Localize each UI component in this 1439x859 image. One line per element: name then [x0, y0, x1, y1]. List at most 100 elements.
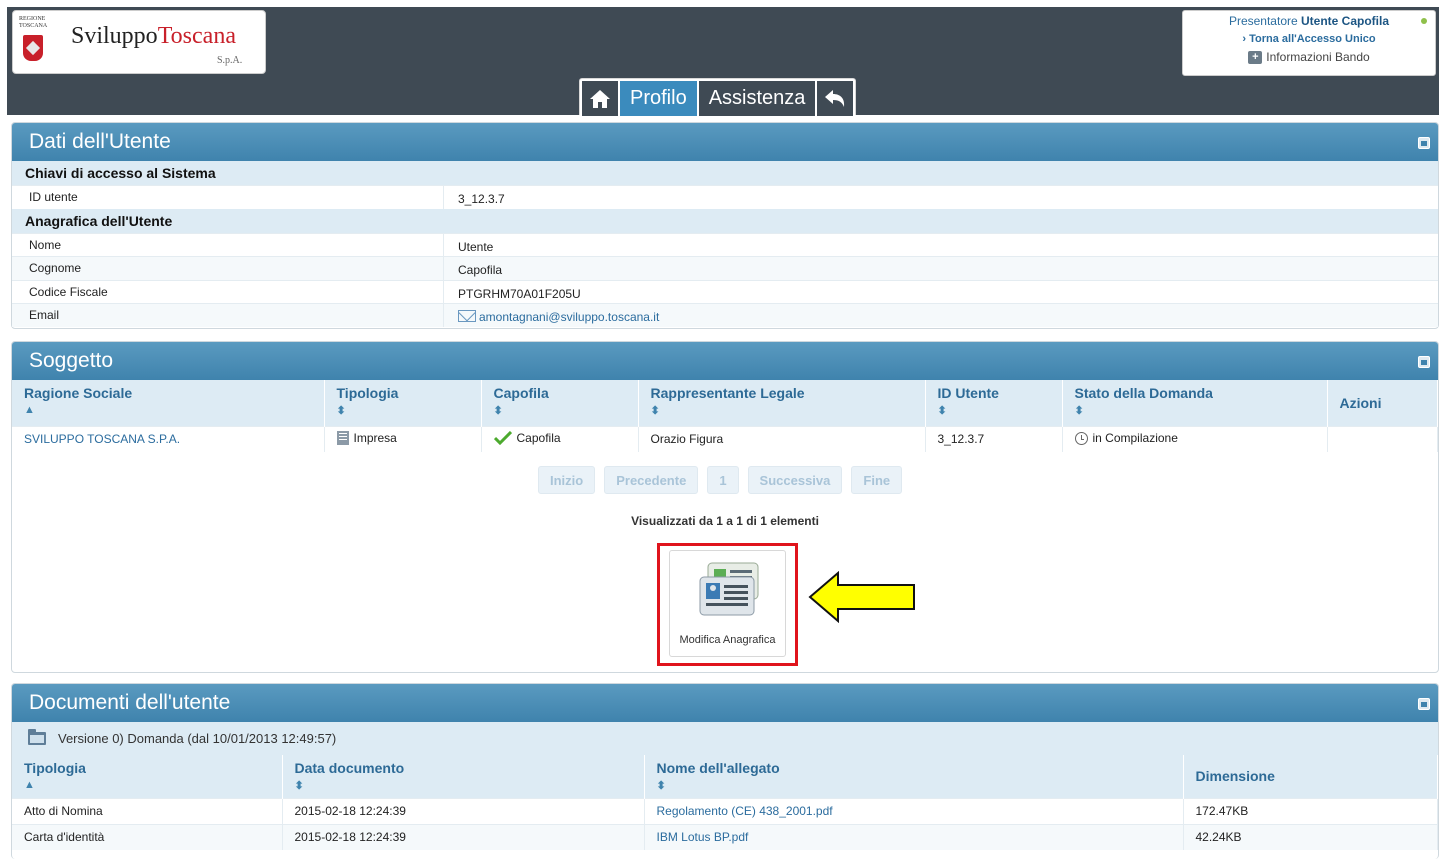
table-row: Atto di Nomina 2015-02-18 12:24:39 Regol…: [12, 797, 1438, 824]
cell-capofila: Capofila: [481, 425, 639, 452]
kv-row: Codice Fiscale PTGRHM70A01F205U: [12, 279, 1438, 303]
logo[interactable]: REGIONE TOSCANA SviluppoToscana S.p.A.: [12, 10, 266, 74]
edit-button-label: Modifica Anagrafica: [679, 634, 776, 646]
col-rappresentante[interactable]: Rappresentante Legale ⬍: [638, 380, 926, 426]
reply-arrow-icon: [825, 89, 845, 107]
panel-documenti: Documenti dell'utente Versione 0) Domand…: [11, 683, 1439, 859]
kv-label: Nome: [12, 233, 444, 256]
col-azioni: Azioni: [1327, 380, 1438, 426]
table-row: SVILUPPO TOSCANA S.P.A. Impresa Capofila…: [12, 425, 1438, 452]
panel-header: Dati dell'Utente: [12, 123, 1438, 161]
kv-value: Capofila: [458, 263, 503, 278]
pointer-arrow-icon: [808, 571, 915, 623]
nav-assistenza[interactable]: Assistenza: [698, 81, 816, 116]
main-nav: Profilo Assistenza: [579, 78, 857, 116]
status-dot-icon: [1421, 18, 1427, 24]
clock-icon: [1074, 431, 1088, 445]
check-icon: [493, 430, 512, 445]
mail-icon: [458, 309, 476, 322]
id-card-icon: [699, 562, 759, 616]
cell-tipologia: Atto di Nomina: [12, 797, 283, 824]
app-header: REGIONE TOSCANA SviluppoToscana S.p.A. P…: [7, 7, 1439, 116]
col-tipologia[interactable]: Tipologia ▲: [12, 755, 283, 798]
folder-icon: [28, 729, 46, 745]
modifica-anagrafica-button[interactable]: Modifica Anagrafica: [669, 550, 786, 657]
cell-tipologia: Carta d'identità: [12, 823, 283, 850]
panel-header: Documenti dell'utente: [12, 684, 1438, 722]
cell-rappresentante: Orazio Figura: [638, 425, 926, 452]
logo-name: SviluppoToscana: [71, 23, 236, 49]
col-ragione-sociale[interactable]: Ragione Sociale ▲: [12, 380, 325, 426]
kv-row: Nome Utente: [12, 232, 1438, 256]
col-id-utente[interactable]: ID Utente ⬍: [925, 380, 1063, 426]
sort-icon: ⬍: [294, 780, 304, 792]
pager-next-button[interactable]: Successiva: [747, 466, 843, 494]
section-header: Anagrafica dell'Utente: [12, 208, 1438, 233]
email-link[interactable]: amontagnani@sviluppo.toscana.it: [444, 304, 659, 327]
kv-label: Email: [12, 304, 444, 327]
panel-title: Soggetto: [29, 349, 114, 372]
logo-region-text: REGIONE TOSCANA: [19, 16, 48, 29]
attachment-link[interactable]: Regolamento (CE) 438_2001.pdf: [644, 797, 1184, 824]
info-bando-link[interactable]: + Informazioni Bando: [1183, 50, 1435, 64]
col-data-documento[interactable]: Data documento ⬍: [282, 755, 645, 798]
sort-icon: ⬍: [336, 405, 346, 417]
col-capofila[interactable]: Capofila ⬍: [481, 380, 639, 426]
pagination: Inizio Precedente 1 Successiva Fine: [538, 466, 903, 494]
kv-value: 3_12.3.7: [458, 192, 505, 207]
kv-label: ID utente: [12, 186, 444, 209]
collapse-icon[interactable]: [1418, 698, 1430, 710]
col-nome-allegato[interactable]: Nome dell'allegato ⬍: [644, 755, 1184, 798]
cell-dimensione: 172.47KB: [1183, 797, 1438, 824]
user-box: Presentatore Utente Capofila › Torna all…: [1182, 10, 1436, 76]
table-row: Carta d'identità 2015-02-18 12:24:39 IBM…: [12, 823, 1438, 850]
kv-row: Cognome Capofila: [12, 256, 1438, 280]
kv-label: Codice Fiscale: [12, 280, 444, 303]
panel-title: Dati dell'Utente: [29, 130, 171, 153]
cell-id-utente: 3_12.3.7: [925, 425, 1063, 452]
documenti-table: Tipologia ▲ Data documento ⬍ Nome dell'all…: [12, 755, 1438, 850]
ragione-sociale-link[interactable]: SVILUPPO TOSCANA S.P.A.: [12, 425, 325, 452]
sort-icon: ⬍: [656, 780, 666, 792]
version-row[interactable]: Versione 0) Domanda (dal 10/01/2013 12:4…: [12, 722, 1438, 755]
collapse-icon[interactable]: [1418, 356, 1430, 368]
panel-dati-utente: Dati dell'Utente Chiavi di accesso al Si…: [11, 122, 1439, 329]
sort-icon: ⬍: [937, 405, 947, 417]
logo-suffix: S.p.A.: [217, 55, 243, 66]
pager-last-button[interactable]: Fine: [851, 466, 903, 494]
pager-first-button[interactable]: Inizio: [538, 466, 596, 494]
cell-stato: in Compilazione: [1062, 425, 1328, 452]
sort-icon: ⬍: [1074, 405, 1084, 417]
col-tipologia[interactable]: Tipologia ⬍: [324, 380, 482, 426]
nav-back[interactable]: [817, 81, 854, 116]
section-header: Chiavi di accesso al Sistema: [12, 161, 1438, 185]
kv-value: Utente: [458, 239, 494, 254]
back-to-access-link[interactable]: › Torna all'Accesso Unico: [1183, 33, 1435, 45]
pager-page-button[interactable]: 1: [707, 466, 739, 494]
kv-row: ID utente 3_12.3.7: [12, 185, 1438, 209]
kv-value: PTGRHM70A01F205U: [458, 286, 581, 301]
nav-profilo[interactable]: Profilo: [620, 81, 697, 116]
cell-data: 2015-02-18 12:24:39: [282, 797, 645, 824]
kv-row: Email amontagnani@sviluppo.toscana.it: [12, 303, 1438, 327]
sort-icon: ⬍: [493, 405, 503, 417]
panel-title: Documenti dell'utente: [29, 691, 231, 714]
plus-icon: +: [1248, 50, 1263, 64]
crest-icon: [23, 35, 43, 61]
cell-dimensione: 42.24KB: [1183, 823, 1438, 850]
sort-asc-icon: ▲: [24, 404, 35, 416]
attachment-link[interactable]: IBM Lotus BP.pdf: [644, 823, 1184, 850]
col-stato[interactable]: Stato della Domanda ⬍: [1062, 380, 1328, 426]
sort-icon: ⬍: [650, 405, 660, 417]
pager-prev-button[interactable]: Precedente: [604, 466, 699, 494]
collapse-icon[interactable]: [1418, 137, 1430, 149]
highlight-box: Modifica Anagrafica: [657, 543, 798, 666]
cell-azioni: [1327, 425, 1438, 452]
panel-header: Soggetto: [12, 342, 1438, 380]
kv-label: Cognome: [12, 257, 444, 280]
col-dimensione: Dimensione: [1183, 755, 1438, 798]
building-icon: [336, 430, 349, 445]
nav-home[interactable]: [582, 81, 618, 116]
cell-tipologia: Impresa: [324, 425, 482, 452]
home-icon: [590, 89, 610, 108]
